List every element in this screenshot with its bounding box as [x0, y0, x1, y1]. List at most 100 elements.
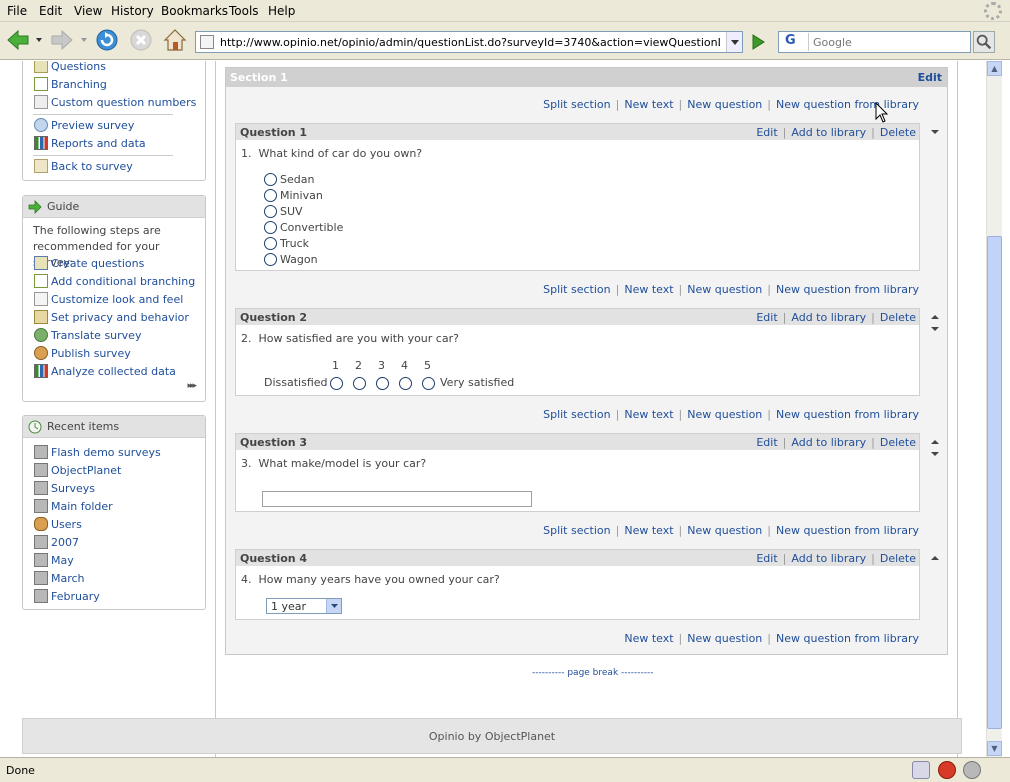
add-to-library-link[interactable]: Add to library — [791, 436, 866, 449]
section-edit-link[interactable]: Edit — [918, 71, 942, 84]
new-question-from-library-link[interactable]: New question from library — [776, 408, 919, 421]
edit-question-link[interactable]: Edit — [756, 126, 777, 139]
new-question-link[interactable]: New question — [687, 408, 762, 421]
sidebar-item-custom-numbers[interactable]: Custom question numbers — [34, 95, 196, 109]
recent-item[interactable]: February — [34, 589, 100, 603]
forward-history-dropdown-icon[interactable] — [80, 36, 88, 44]
home-button[interactable] — [161, 26, 189, 54]
menu-history[interactable]: History — [111, 4, 154, 18]
move-up-icon[interactable] — [930, 313, 940, 321]
new-question-link[interactable]: New question — [687, 98, 762, 111]
radio-button[interactable] — [264, 205, 277, 218]
radio-button[interactable] — [264, 253, 277, 266]
search-engine-selector[interactable]: G — [781, 33, 809, 51]
move-up-icon[interactable] — [930, 438, 940, 446]
split-section-link[interactable]: Split section — [543, 524, 611, 537]
scale-radio-button[interactable] — [399, 377, 412, 390]
radio-button[interactable] — [264, 189, 277, 202]
scrollbar-thumb[interactable] — [987, 236, 1002, 729]
menu-tools[interactable]: Tools — [229, 4, 259, 18]
page-break-link[interactable]: ---------- page break ---------- — [532, 668, 654, 678]
menu-view[interactable]: View — [74, 4, 102, 18]
url-history-dropdown[interactable] — [726, 32, 742, 52]
split-section-link[interactable]: Split section — [543, 283, 611, 296]
new-question-link[interactable]: New question — [687, 524, 762, 537]
option-sedan[interactable]: Sedan — [264, 173, 314, 186]
url-input[interactable]: http://www.opinio.net/opinio/admin/quest… — [220, 36, 720, 49]
add-to-library-link[interactable]: Add to library — [791, 126, 866, 139]
move-down-icon[interactable] — [930, 450, 940, 458]
edit-question-link[interactable]: Edit — [756, 311, 777, 324]
recent-item[interactable]: 2007 — [34, 535, 79, 549]
recent-item[interactable]: Surveys — [34, 481, 95, 495]
radio-button[interactable] — [264, 173, 277, 186]
guide-item-branching[interactable]: Add conditional branching — [34, 274, 195, 288]
search-input[interactable] — [813, 34, 963, 50]
menu-file[interactable]: File — [7, 4, 27, 18]
new-question-from-library-link[interactable]: New question from library — [776, 283, 919, 296]
radio-button[interactable] — [264, 237, 277, 250]
add-to-library-link[interactable]: Add to library — [791, 552, 866, 565]
new-text-link[interactable]: New text — [624, 524, 673, 537]
menu-edit[interactable]: Edit — [39, 4, 62, 18]
recent-item[interactable]: ObjectPlanet — [34, 463, 121, 477]
reload-button[interactable] — [93, 26, 121, 54]
split-section-link[interactable]: Split section — [543, 98, 611, 111]
answer-text-field[interactable] — [262, 491, 532, 507]
move-down-icon[interactable] — [930, 128, 940, 136]
sidebar-item-branching[interactable]: Branching — [34, 77, 107, 91]
scale-radio-button[interactable] — [376, 377, 389, 390]
option-suv[interactable]: SUV — [264, 205, 303, 218]
new-text-link[interactable]: New text — [624, 632, 673, 645]
new-question-link[interactable]: New question — [687, 632, 762, 645]
recent-item[interactable]: May — [34, 553, 74, 567]
edit-question-link[interactable]: Edit — [756, 552, 777, 565]
recent-item[interactable]: Main folder — [34, 499, 113, 513]
guide-item-customize[interactable]: Customize look and feel — [34, 292, 183, 306]
delete-question-link[interactable]: Delete — [880, 552, 916, 565]
scroll-up-icon[interactable]: ▲ — [987, 61, 1002, 76]
delete-question-link[interactable]: Delete — [880, 436, 916, 449]
recent-item[interactable]: Users — [34, 517, 82, 531]
back-history-dropdown-icon[interactable] — [35, 36, 43, 44]
more-arrows-icon[interactable]: ▸▸▸ — [187, 381, 196, 391]
delete-question-link[interactable]: Delete — [880, 126, 916, 139]
guide-item-analyze[interactable]: Analyze collected data — [34, 364, 176, 378]
menu-help[interactable]: Help — [268, 4, 295, 18]
sidebar-item-preview[interactable]: Preview survey — [34, 118, 134, 132]
sidebar-item-reports[interactable]: Reports and data — [34, 136, 146, 150]
guide-item-privacy[interactable]: Set privacy and behavior — [34, 310, 189, 324]
new-question-from-library-link[interactable]: New question from library — [776, 98, 919, 111]
edit-question-link[interactable]: Edit — [756, 436, 777, 449]
forward-button[interactable] — [48, 26, 76, 54]
years-select[interactable]: 1 year — [266, 598, 342, 614]
vertical-scrollbar[interactable]: ▲ ▼ — [986, 61, 1002, 757]
new-text-link[interactable]: New text — [624, 283, 673, 296]
guide-item-create-questions[interactable]: Create questions — [34, 256, 144, 270]
delete-question-link[interactable]: Delete — [880, 311, 916, 324]
new-question-from-library-link[interactable]: New question from library — [776, 524, 919, 537]
sidebar-item-questions[interactable]: Questions — [34, 61, 106, 73]
error-icon[interactable] — [938, 761, 956, 779]
menu-bookmarks[interactable]: Bookmarks — [161, 4, 228, 18]
split-section-link[interactable]: Split section — [543, 408, 611, 421]
new-text-link[interactable]: New text — [624, 408, 673, 421]
back-button[interactable] — [4, 26, 32, 54]
go-button[interactable] — [748, 32, 768, 52]
option-wagon[interactable]: Wagon — [264, 253, 318, 266]
search-button[interactable] — [973, 31, 995, 53]
option-convertible[interactable]: Convertible — [264, 221, 343, 234]
add-to-library-link[interactable]: Add to library — [791, 311, 866, 324]
scale-radio-button[interactable] — [353, 377, 366, 390]
move-up-icon[interactable] — [930, 554, 940, 562]
scale-radio-button[interactable] — [330, 377, 343, 390]
new-question-link[interactable]: New question — [687, 283, 762, 296]
stop-button[interactable] — [127, 26, 155, 54]
new-question-from-library-link[interactable]: New question from library — [776, 632, 919, 645]
radio-button[interactable] — [264, 221, 277, 234]
new-text-link[interactable]: New text — [624, 98, 673, 111]
scroll-down-icon[interactable]: ▼ — [987, 741, 1002, 756]
scale-radio-button[interactable] — [422, 377, 435, 390]
sidebar-item-back-to-survey[interactable]: Back to survey — [34, 159, 133, 173]
recent-item[interactable]: March — [34, 571, 85, 585]
